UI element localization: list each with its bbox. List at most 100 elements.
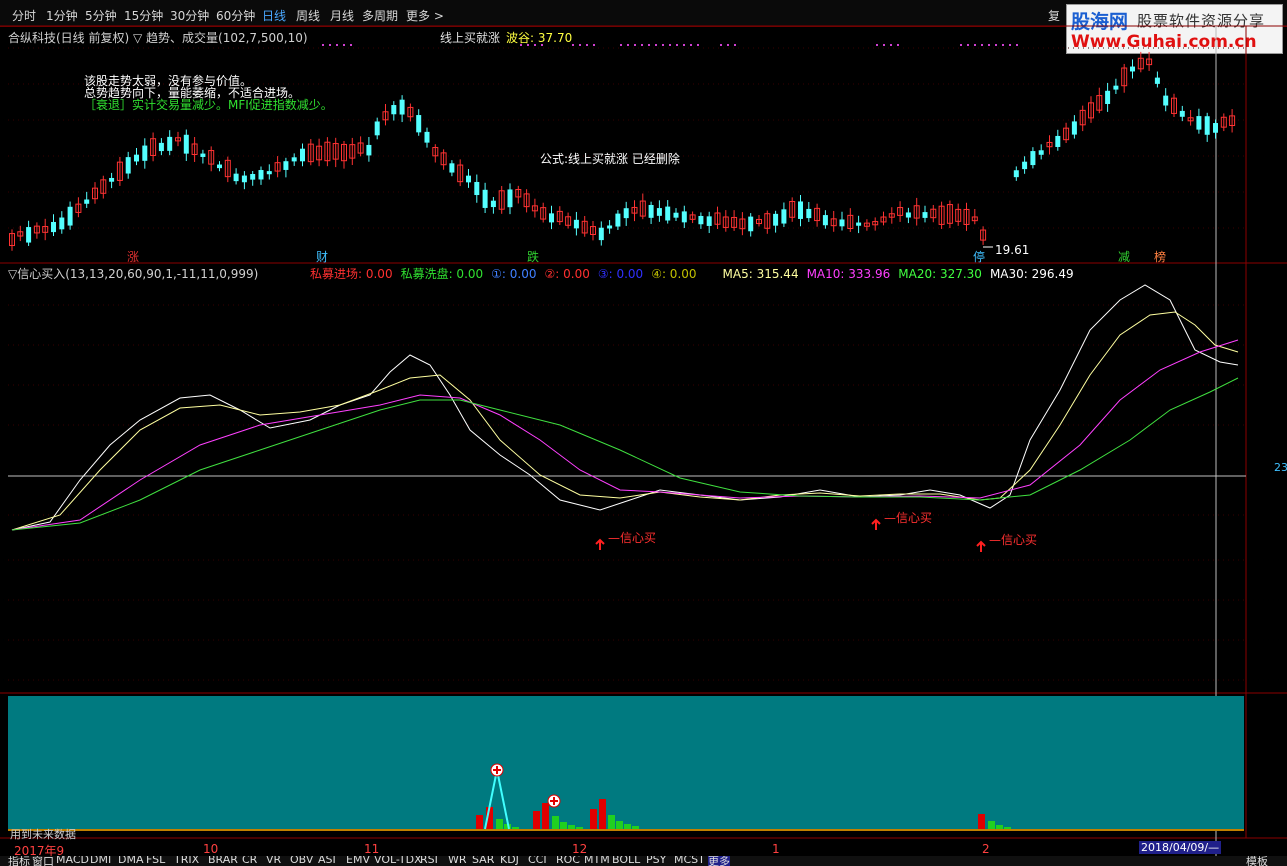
volume-bar (576, 827, 583, 829)
candle-down (67, 206, 73, 226)
indicator-tab[interactable]: DMI (90, 856, 111, 866)
candle-down (822, 215, 828, 226)
signal-dot (995, 44, 997, 46)
candle-down (466, 175, 471, 183)
signal-dot (572, 44, 574, 46)
template-tab[interactable]: 模板 (1246, 856, 1268, 866)
signal-dot (593, 44, 595, 46)
signal-dot (676, 44, 678, 46)
candle-down (474, 181, 480, 196)
candle-down (623, 208, 629, 219)
indicator-tab[interactable]: FSL (146, 856, 165, 866)
candle-down (1105, 90, 1111, 104)
candle-down (300, 148, 305, 162)
indicator-tab[interactable]: SAR (472, 856, 494, 866)
signal-dot (734, 44, 736, 46)
indicator-tab[interactable]: 窗口 (32, 856, 54, 866)
indicator-tab[interactable]: RSI (420, 856, 438, 866)
candle-down (665, 206, 671, 221)
volume-bar (512, 827, 519, 829)
buy-signal-label: —信心买 (989, 533, 1037, 547)
candle-down (158, 142, 164, 152)
indicator-tab[interactable]: 指标 (8, 856, 30, 866)
indicator-tab[interactable]: VR (266, 856, 281, 866)
date-label-jan: 1 (772, 842, 780, 856)
candle-down (607, 225, 613, 229)
ma5-line (11, 311, 1239, 531)
candle-down (283, 161, 289, 170)
candle-down (1179, 110, 1185, 117)
candle-down (698, 215, 704, 225)
volume-bar (560, 822, 567, 829)
indicator-tab[interactable]: VOL-TDX (374, 856, 422, 866)
event-marker: 榜 (1154, 249, 1166, 264)
signal-dot (655, 44, 657, 46)
low-price-label: 19.61 (995, 243, 1030, 257)
indicator-tab[interactable]: MTM (584, 856, 610, 866)
right-axis-value: 23 (1274, 461, 1287, 474)
candle-down (1022, 161, 1028, 170)
signal-dot (720, 44, 722, 46)
candle-down (1030, 151, 1036, 166)
indicator-tab[interactable]: EMV (346, 856, 370, 866)
volume-bar (1004, 827, 1011, 829)
indicator-stat: 私募洗盘: 0.00 (400, 267, 484, 281)
candle-down (217, 164, 222, 169)
signal-dot (322, 44, 324, 46)
volume-bar (996, 825, 1003, 829)
candle-down (1196, 116, 1202, 130)
date-label-feb: 2 (982, 842, 990, 856)
volume-bar (533, 811, 540, 829)
signal-dot (960, 44, 962, 46)
indicator-tab[interactable]: TRIX (174, 856, 199, 866)
indicator-tab[interactable]: MACD (56, 856, 89, 866)
candle-down (51, 221, 56, 233)
candle-down (374, 121, 380, 136)
main-panel-header[interactable]: 合纵科技(日线 前复权) ▽ 趋势、成交量(102,7,500,10) (8, 29, 308, 46)
candle-down (125, 157, 131, 174)
volume-bar (542, 803, 549, 829)
indicator-tab[interactable]: KDJ (500, 856, 519, 866)
indicator-tab[interactable]: BRAR (208, 856, 238, 866)
candle-down (573, 219, 579, 229)
candle-down (134, 154, 139, 162)
formula-label: 线上买就涨 (440, 31, 501, 45)
candle-down (84, 199, 90, 204)
signal-dot (1009, 44, 1011, 46)
candle-down (482, 189, 488, 208)
candle-down (167, 136, 173, 151)
chart-canvas[interactable]: 涨 财 跌 停 减 榜 —信心买 —信心买 —信心买 (0, 0, 1287, 866)
candle-down (748, 216, 754, 232)
indicator-tab[interactable]: WR (448, 856, 467, 866)
indicator-tab[interactable]: 更多 (708, 856, 730, 866)
candle-down (291, 157, 297, 162)
volume-bar (608, 815, 615, 829)
candle-down (773, 213, 779, 226)
indicator-tab[interactable]: CCI (528, 856, 547, 866)
volume-bar (616, 821, 623, 829)
signal-dot (648, 44, 650, 46)
candle-down (424, 131, 430, 143)
signal-dot (350, 44, 352, 46)
indicator-tab[interactable]: CR (242, 856, 257, 866)
buy-signal-label: —信心买 (608, 531, 656, 545)
volume-bar (496, 819, 503, 829)
indicator-tab[interactable]: ROC (556, 856, 580, 866)
indicator-tab[interactable]: BOLL (612, 856, 640, 866)
signal-dot (634, 44, 636, 46)
candle-down (798, 201, 803, 219)
signal-dot (343, 44, 345, 46)
candle-down (266, 171, 272, 175)
indicator-tab[interactable]: DMA (118, 856, 144, 866)
indicator-tab[interactable]: MCST (674, 856, 705, 866)
indicator-header[interactable]: ▽信心买入(13,13,20,60,90,1,-11,11,0,999) (8, 265, 258, 282)
indicator-tab[interactable]: PSY (646, 856, 666, 866)
indicator-tab[interactable]: ASI (318, 856, 336, 866)
candle-down (781, 209, 787, 224)
signal-dot (641, 44, 643, 46)
candle-down (598, 227, 604, 241)
message-decline: ［衰退］实计交易量减少。MFI促进指数减少。 (84, 98, 333, 112)
volume-bar (599, 799, 606, 829)
indicator-tab[interactable]: OBV (290, 856, 313, 866)
cursor-date: 2018/04/09/— (1139, 841, 1222, 854)
